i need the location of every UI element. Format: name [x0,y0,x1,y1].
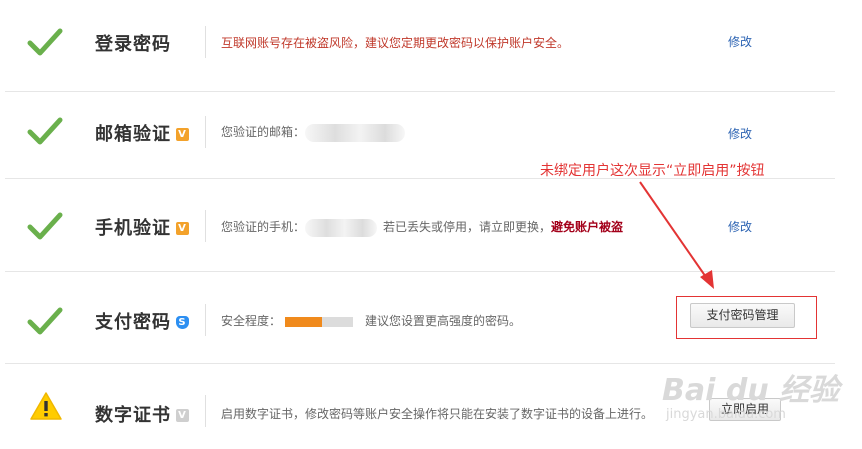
watermark-logo: Bai du 经验 jingyan.baidu.com [662,373,840,422]
annotation-highlight-box [676,296,817,339]
